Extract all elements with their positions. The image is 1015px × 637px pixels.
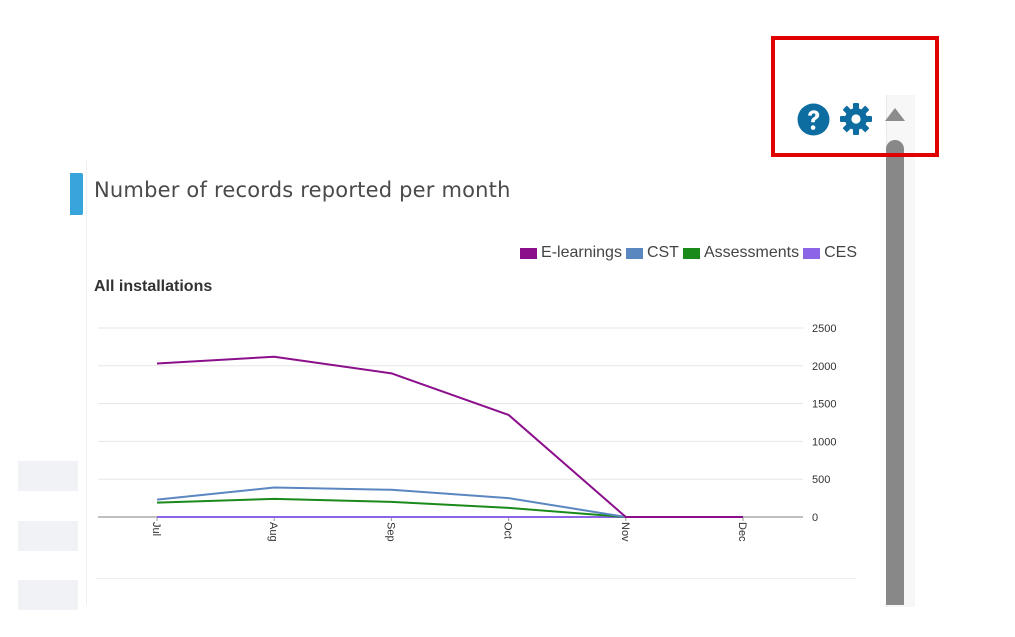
x-tick-label: Oct	[502, 522, 514, 539]
x-tick-label: Jul	[150, 522, 162, 536]
series-line-assessments	[156, 497, 743, 518]
y-tick-label: 500	[812, 474, 830, 486]
y-tick-label: 1000	[812, 436, 836, 448]
x-tick-label: Aug	[267, 522, 279, 542]
y-tick-label: 1500	[812, 399, 836, 411]
panel-divider	[96, 578, 856, 579]
series-line-cst	[156, 486, 743, 518]
scrollbar-thumb[interactable]	[886, 140, 904, 605]
y-tick-label: 2000	[812, 361, 836, 373]
highlight-box	[771, 36, 939, 157]
x-tick-label: Nov	[619, 522, 631, 542]
y-tick-label: 2500	[812, 323, 836, 335]
x-tick-label: Dec	[736, 522, 748, 542]
y-tick-label: 0	[812, 512, 818, 524]
x-tick-label: Sep	[384, 522, 396, 542]
